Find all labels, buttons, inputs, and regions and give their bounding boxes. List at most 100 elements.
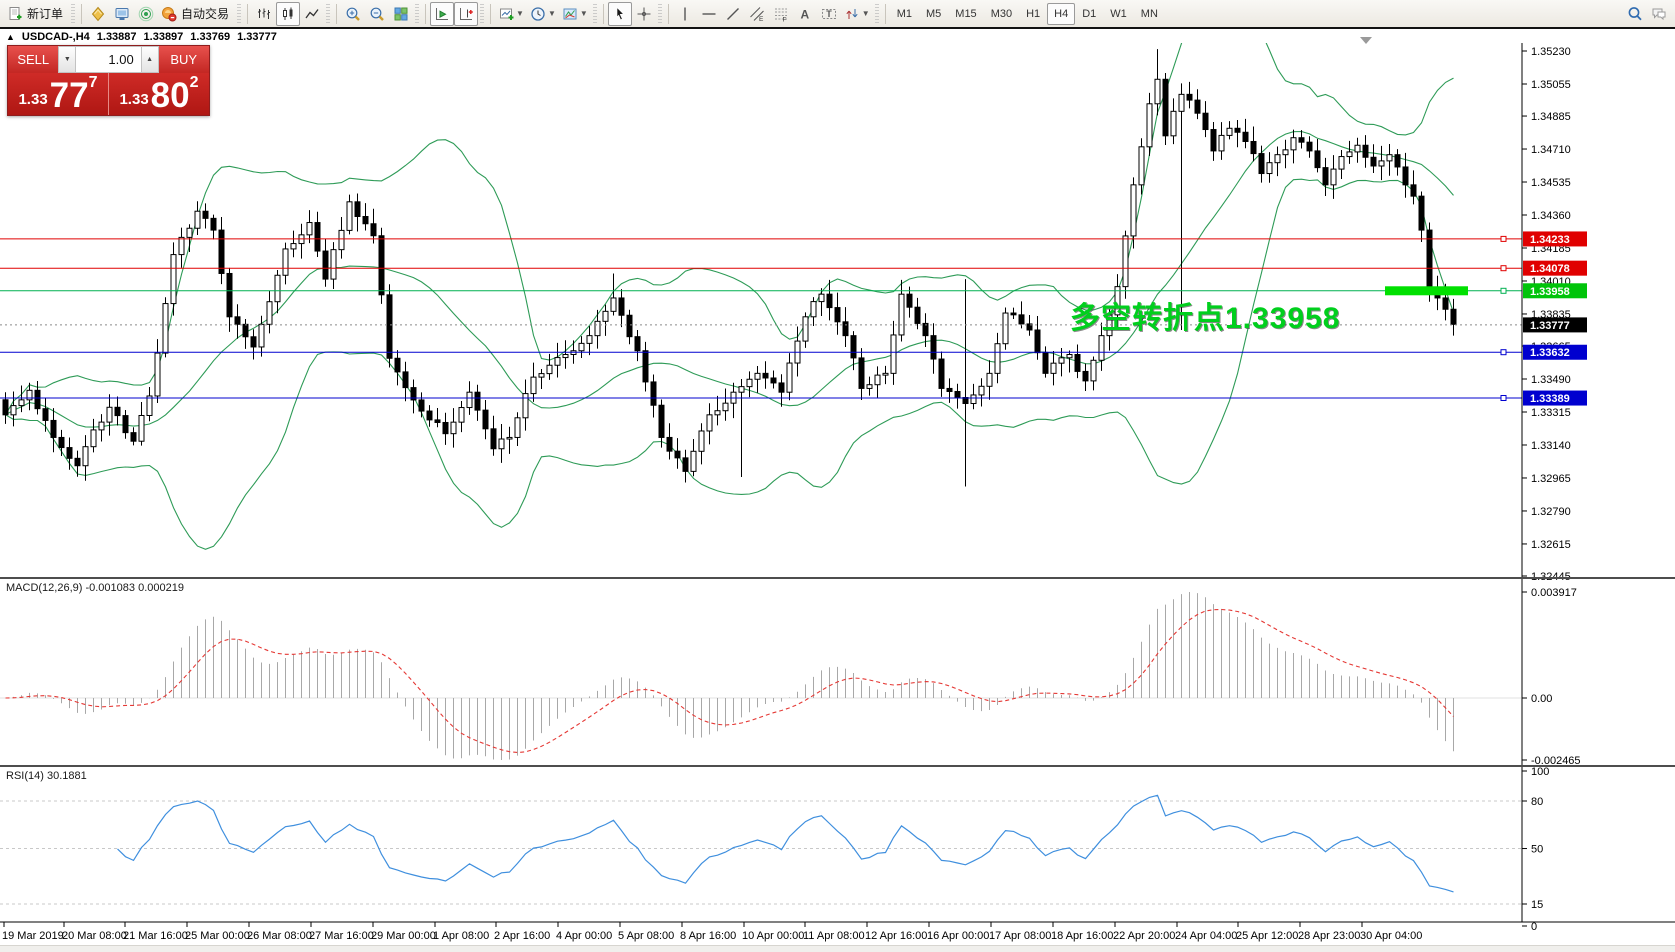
vertical-line-button[interactable] bbox=[673, 2, 697, 26]
price-chart-canvas[interactable]: 1.352301.350551.348851.347101.345351.343… bbox=[0, 29, 1675, 952]
quote-high: 1.33897 bbox=[144, 31, 184, 43]
svg-text:18 Apr 16:00: 18 Apr 16:00 bbox=[1051, 930, 1113, 942]
chart-annotation-text[interactable]: 多空转折点1.33958 bbox=[1070, 293, 1340, 337]
main-pane[interactable] bbox=[3, 29, 1456, 549]
period-button[interactable]: ▼ bbox=[527, 2, 559, 26]
svg-text:1.32965: 1.32965 bbox=[1531, 473, 1571, 485]
cursor-button[interactable] bbox=[608, 2, 632, 26]
chevron-down-icon[interactable]: ▼ bbox=[862, 9, 870, 18]
toolbar-separator bbox=[603, 4, 604, 24]
line-handle[interactable] bbox=[1501, 266, 1506, 271]
sell-price-sup: 7 bbox=[89, 75, 98, 111]
line-handle[interactable] bbox=[1501, 236, 1506, 241]
svg-text:100: 100 bbox=[1531, 766, 1549, 778]
toolbar-separator bbox=[875, 4, 879, 24]
terminal-button[interactable] bbox=[110, 2, 134, 26]
new-order-button[interactable]: 新订单 bbox=[4, 2, 69, 26]
vertical-line-icon bbox=[677, 6, 693, 22]
volume-input[interactable]: 1.00 bbox=[76, 46, 140, 73]
timeframe-h1-button[interactable]: H1 bbox=[1019, 3, 1047, 25]
fibonacci-button[interactable]: F bbox=[769, 2, 793, 26]
buy-price-button[interactable]: 1.33 80 2 bbox=[109, 73, 209, 115]
svg-text:30 Apr 04:00: 30 Apr 04:00 bbox=[1360, 930, 1422, 942]
sell-price-button[interactable]: 1.33 77 7 bbox=[8, 73, 109, 115]
candlestick-chart-button[interactable] bbox=[276, 2, 300, 26]
chat-icon bbox=[1651, 6, 1667, 22]
zoom-in-button[interactable] bbox=[341, 2, 365, 26]
auto-trading-button[interactable]: 自动交易 bbox=[158, 2, 235, 26]
timeframe-m1-button[interactable]: M1 bbox=[890, 3, 919, 25]
text-icon: A bbox=[797, 6, 813, 22]
metaeditor-button[interactable] bbox=[86, 2, 110, 26]
horizontal-line-icon bbox=[701, 6, 717, 22]
buy-button[interactable]: BUY bbox=[159, 46, 209, 73]
svg-text:1.33958: 1.33958 bbox=[1530, 286, 1570, 298]
toolbar-separator bbox=[885, 4, 886, 24]
svg-text:25 Mar 00:00: 25 Mar 00:00 bbox=[185, 930, 250, 942]
trendline-icon bbox=[725, 6, 741, 22]
period-icon bbox=[530, 6, 546, 22]
timeframe-w1-button[interactable]: W1 bbox=[1103, 3, 1134, 25]
chevron-down-icon[interactable]: ▼ bbox=[548, 9, 556, 18]
svg-text:1.34233: 1.34233 bbox=[1530, 234, 1570, 246]
arrows-button[interactable]: ▼ bbox=[841, 2, 873, 26]
channel-button[interactable]: E bbox=[745, 2, 769, 26]
chevron-down-icon[interactable]: ▼ bbox=[580, 9, 588, 18]
svg-text:80: 80 bbox=[1531, 796, 1543, 808]
volume-increase-button[interactable]: ▲ bbox=[141, 46, 159, 73]
horizontal-line-button[interactable] bbox=[697, 2, 721, 26]
candlestick-chart-icon bbox=[280, 6, 296, 22]
macd-label: MACD(12,26,9) -0.001083 0.000219 bbox=[6, 582, 184, 594]
chevron-down-icon[interactable]: ▼ bbox=[516, 9, 524, 18]
search-button[interactable] bbox=[1623, 2, 1647, 26]
timeframe-d1-button[interactable]: D1 bbox=[1075, 3, 1103, 25]
chat-button[interactable] bbox=[1647, 2, 1671, 26]
toolbar-separator bbox=[415, 4, 419, 24]
svg-text:12 Apr 16:00: 12 Apr 16:00 bbox=[865, 930, 927, 942]
tile-windows-button[interactable] bbox=[389, 2, 413, 26]
line-handle[interactable] bbox=[1501, 396, 1506, 401]
line-chart-button[interactable] bbox=[300, 2, 324, 26]
timeframe-m15-button[interactable]: M15 bbox=[948, 3, 983, 25]
timeframe-m5-button[interactable]: M5 bbox=[919, 3, 948, 25]
timeframe-h4-button[interactable]: H4 bbox=[1047, 3, 1075, 25]
arrows-icon bbox=[844, 6, 860, 22]
volume-decrease-button[interactable]: ▼ bbox=[58, 46, 76, 73]
label-button[interactable]: T bbox=[817, 2, 841, 26]
timeframe-mn-button[interactable]: MN bbox=[1134, 3, 1165, 25]
auto-scroll-button[interactable] bbox=[430, 2, 454, 26]
toolbar-separator bbox=[71, 4, 75, 24]
line-handle[interactable] bbox=[1501, 288, 1506, 293]
line-handle[interactable] bbox=[1501, 350, 1506, 355]
svg-text:E: E bbox=[759, 16, 764, 22]
sell-button[interactable]: SELL bbox=[8, 46, 58, 73]
svg-text:1.32615: 1.32615 bbox=[1531, 539, 1571, 551]
svg-text:11 Apr 08:00: 11 Apr 08:00 bbox=[803, 930, 865, 942]
svg-text:1.34360: 1.34360 bbox=[1531, 210, 1571, 222]
svg-text:29 Mar 00:00: 29 Mar 00:00 bbox=[371, 930, 436, 942]
zoom-out-button[interactable] bbox=[365, 2, 389, 26]
svg-text:25 Apr 12:00: 25 Apr 12:00 bbox=[1236, 930, 1298, 942]
auto-trading-icon bbox=[161, 6, 177, 22]
sell-price-big: 77 bbox=[50, 82, 89, 111]
highlight-rectangle[interactable] bbox=[1385, 286, 1468, 295]
tile-windows-icon bbox=[393, 6, 409, 22]
svg-text:0.00: 0.00 bbox=[1531, 693, 1552, 705]
chart-shift-button[interactable] bbox=[454, 2, 478, 26]
new-chart-button[interactable]: ▼ bbox=[495, 2, 527, 26]
crosshair-button[interactable] bbox=[632, 2, 656, 26]
bar-chart-button[interactable] bbox=[252, 2, 276, 26]
timeframe-m30-button[interactable]: M30 bbox=[984, 3, 1019, 25]
template-button[interactable]: ▼ bbox=[559, 2, 591, 26]
svg-text:0: 0 bbox=[1531, 921, 1537, 933]
signals-button[interactable] bbox=[134, 2, 158, 26]
template-icon bbox=[562, 6, 578, 22]
svg-text:50: 50 bbox=[1531, 844, 1543, 856]
buy-price-big: 80 bbox=[151, 82, 190, 111]
svg-text:26 Mar 08:00: 26 Mar 08:00 bbox=[247, 930, 312, 942]
svg-text:19 Mar 2019: 19 Mar 2019 bbox=[2, 930, 64, 942]
auto-scroll-icon bbox=[434, 6, 450, 22]
trendline-button[interactable] bbox=[721, 2, 745, 26]
text-button[interactable]: A bbox=[793, 2, 817, 26]
quote-collapse-icon[interactable]: ▲ bbox=[6, 32, 15, 42]
